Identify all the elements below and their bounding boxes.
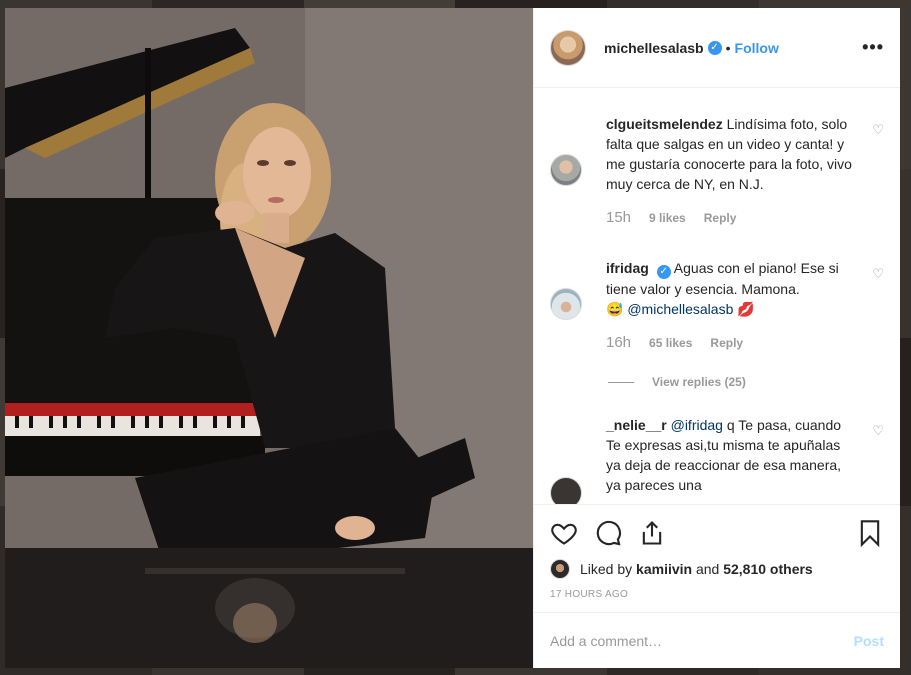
post-photo[interactable] [5, 8, 533, 668]
post-actions: Liked by kamiivin and 52,810 others 17 H… [534, 504, 900, 612]
liked-by-line: Liked by kamiivin and 52,810 others [550, 559, 884, 579]
post-side-panel: michellesalasb ✓ • Follow ••• clgueitsme… [533, 8, 900, 668]
comment-item: clgueitsmelendez Lindísima foto, solo fa… [550, 114, 884, 228]
reply-button[interactable]: Reply [710, 333, 743, 353]
liked-by-mid: and [695, 561, 720, 577]
view-replies-button[interactable]: View replies (25) [608, 375, 884, 389]
comment-meta: 15h 9 likes Reply [606, 208, 856, 228]
liked-by-count[interactable]: 52,810 others [723, 561, 813, 577]
comment-mention[interactable]: @ifridag [671, 417, 723, 433]
share-icon[interactable] [638, 519, 666, 547]
comment-body: ifridag ✓ Aguas con el piano! Ese si tie… [606, 258, 856, 353]
comment-bubble-icon[interactable] [594, 519, 622, 547]
comment-composer: Post [534, 612, 900, 668]
author-avatar[interactable] [550, 29, 586, 66]
comment-username[interactable]: clgueitsmelendez [606, 116, 723, 132]
separator-dot: • [725, 39, 731, 56]
comment-likes[interactable]: 9 likes [649, 208, 686, 228]
comment-meta: 16h 65 likes Reply [606, 333, 856, 353]
comment-mention[interactable]: @michellesalasb [627, 301, 733, 317]
post-photo-illustration [5, 8, 533, 668]
follow-button[interactable]: Follow [735, 40, 779, 56]
comment-time[interactable]: 16h [606, 333, 631, 353]
comment-username[interactable]: ifridag [606, 260, 649, 276]
comment-body: _nelie__r @ifridag q Te pasa, cuando Te … [606, 415, 856, 504]
comment-avatar[interactable] [550, 288, 582, 320]
liked-by-avatar[interactable] [550, 559, 570, 579]
comments-list[interactable]: clgueitsmelendez Lindísima foto, solo fa… [534, 88, 900, 504]
sweat-smile-emoji-icon: 😅 [606, 301, 624, 317]
kiss-mark-emoji-icon: 💋 [737, 301, 755, 317]
verified-badge-icon: ✓ [656, 265, 671, 279]
comment-likes[interactable]: 65 likes [649, 333, 692, 353]
comment-like-heart-icon[interactable]: ♡ [872, 266, 884, 282]
replies-divider [608, 381, 634, 383]
comment-input[interactable] [550, 632, 854, 649]
bookmark-icon[interactable] [856, 519, 884, 547]
verified-badge-icon: ✓ [707, 40, 722, 55]
action-icons-row [550, 513, 884, 553]
post-modal: michellesalasb ✓ • Follow ••• clgueitsme… [5, 8, 900, 668]
comment-item: ifridag ✓ Aguas con el piano! Ese si tie… [550, 258, 884, 353]
liked-by-prefix: Liked by [580, 561, 633, 577]
post-comment-button[interactable]: Post [854, 633, 884, 649]
post-header: michellesalasb ✓ • Follow ••• [534, 8, 900, 88]
comment-time[interactable]: 15h [606, 208, 631, 228]
more-options-icon[interactable]: ••• [862, 37, 884, 58]
comment-avatar[interactable] [550, 154, 582, 186]
view-replies-label: View replies (25) [652, 375, 746, 389]
comment-like-heart-icon[interactable]: ♡ [872, 423, 884, 439]
like-heart-icon[interactable] [550, 519, 578, 547]
comment-username[interactable]: _nelie__r [606, 417, 667, 433]
comment-avatar[interactable] [550, 477, 582, 504]
reply-button[interactable]: Reply [704, 208, 737, 228]
post-time-ago[interactable]: 17 HOURS AGO [550, 589, 884, 600]
liked-by-user[interactable]: kamiivin [636, 561, 692, 577]
comment-like-heart-icon[interactable]: ♡ [872, 122, 884, 138]
comment-item: _nelie__r @ifridag q Te pasa, cuando Te … [550, 415, 884, 504]
comment-body: clgueitsmelendez Lindísima foto, solo fa… [606, 114, 856, 228]
author-username[interactable]: michellesalasb [604, 40, 704, 56]
